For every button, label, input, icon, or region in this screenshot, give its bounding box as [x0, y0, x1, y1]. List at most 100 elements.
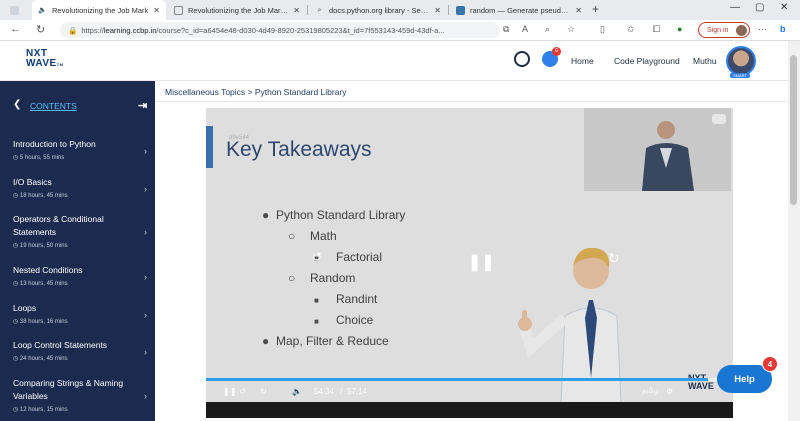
- bullet-text: Randint: [336, 292, 378, 306]
- clock-icon: ◷: [13, 281, 20, 287]
- smart-badge: SMART: [730, 73, 750, 78]
- sidebar-item-title: Nested Conditions: [13, 265, 83, 275]
- chevron-right-icon: ›: [144, 391, 147, 401]
- favorite-icon[interactable]: ☆: [567, 24, 575, 35]
- bullet-marker: ■: [314, 296, 319, 305]
- pause-overlay-icon[interactable]: ❚❚: [468, 252, 495, 272]
- close-icon[interactable]: ✕: [153, 6, 160, 15]
- sidebar-item-duration: 24 hours, 45 mins: [19, 356, 68, 362]
- collections-icon[interactable]: ⧠: [653, 24, 660, 35]
- scrollbar-thumb[interactable]: [790, 55, 797, 205]
- clock-icon: ◷: [13, 193, 20, 199]
- divider: [155, 101, 788, 102]
- breadcrumb[interactable]: Miscellaneous Topics > Python Standard L…: [165, 87, 347, 97]
- slide-bullet: ■ Randint: [314, 292, 377, 306]
- tab-actions-button[interactable]: [4, 0, 30, 20]
- sidebar-item[interactable]: I/O Basics ◷ 18 hours, 45 mins ›: [13, 176, 147, 199]
- url-rest: /course?c_id=a6454e48-d030-4d49-8920-253…: [156, 25, 445, 35]
- chevron-left-icon[interactable]: ❮: [13, 99, 21, 110]
- sidebar-item-title: I/O Basics: [13, 177, 52, 187]
- close-icon[interactable]: ✕: [293, 6, 300, 15]
- volume-icon[interactable]: 🔈: [292, 387, 302, 396]
- extension-icon[interactable]: ●: [677, 24, 682, 34]
- sidebar-item-duration: 5 hours, 55 mins: [19, 155, 65, 161]
- sidebar-item-title: Loop Control Statements: [13, 340, 108, 350]
- language-select[interactable]: தமிழ்: [642, 387, 659, 396]
- split-screen-icon[interactable]: ▯: [600, 24, 605, 35]
- slide-bullet: ○ Random: [288, 271, 355, 285]
- logo-line2: WAVE: [26, 58, 57, 69]
- speaker-icon: 🔈: [38, 6, 47, 14]
- maximize-icon[interactable]: ▢: [755, 2, 764, 13]
- rewind-overlay-icon[interactable]: ↺: [312, 250, 322, 264]
- url-input[interactable]: 🔒 https:// learning.ccbp.in /course?c_id…: [60, 22, 500, 38]
- tab-3[interactable]: ⌕ docs.python.org library - Search ✕: [309, 0, 447, 20]
- user-name[interactable]: Muthu: [693, 56, 717, 66]
- tab-4[interactable]: random — Generate pseudo-ran ✕: [450, 0, 588, 20]
- nxtwave-logo[interactable]: NXT WAVETM: [26, 49, 64, 70]
- more-icon[interactable]: ⋯: [758, 24, 767, 35]
- notification-badge: 6: [552, 47, 561, 56]
- forward-overlay-icon[interactable]: ↻: [608, 250, 620, 267]
- nav-home[interactable]: Home: [571, 56, 594, 66]
- tab-2[interactable]: Revolutionizing the Job Market | ✕: [168, 0, 306, 20]
- close-window-icon[interactable]: ✕: [780, 2, 788, 13]
- tab-label: docs.python.org library - Search: [329, 5, 431, 15]
- bullet-text: Factorial: [336, 250, 383, 264]
- zoom-icon[interactable]: ⌕: [545, 24, 550, 35]
- video-player[interactable]: a9e544 Key Takeaways ● Python Standard Li…: [206, 108, 733, 418]
- timer-icon[interactable]: [514, 51, 530, 67]
- time-total: 57:14: [347, 387, 368, 396]
- seek-progress: [206, 378, 709, 381]
- pause-icon[interactable]: ❚❚: [223, 387, 236, 396]
- time-separator: /: [340, 387, 343, 396]
- new-tab-icon[interactable]: +: [592, 2, 599, 16]
- refresh-icon[interactable]: ↻: [36, 23, 45, 36]
- tab-active[interactable]: 🔈 Revolutionizing the Job Mark ✕: [32, 0, 166, 20]
- logo-tm: TM: [56, 62, 64, 67]
- sign-in-button[interactable]: Sign in: [698, 22, 750, 38]
- clock-icon: ◷: [13, 243, 20, 249]
- sidebar-item[interactable]: Loop Control Statements ◷ 24 hours, 45 m…: [13, 339, 147, 362]
- collapse-sidebar-icon[interactable]: ⇥: [138, 99, 147, 112]
- open-external-icon[interactable]: ⧉: [503, 24, 509, 35]
- bullet-marker: ■: [314, 317, 319, 326]
- nav-code-playground[interactable]: Code Playground: [614, 56, 680, 66]
- site-header: NXT WAVETM 6 Home Code Playground Muthu …: [0, 41, 788, 81]
- rewind-10-icon[interactable]: ↺: [239, 387, 246, 396]
- video-bottom-strip: [206, 402, 733, 418]
- close-icon[interactable]: ✕: [434, 6, 441, 15]
- sidebar-item-duration: 38 hours, 16 mins: [19, 319, 68, 325]
- sidebar-item[interactable]: Loops ◷ 38 hours, 16 mins ›: [13, 302, 147, 325]
- sidebar-item[interactable]: Introduction to Python ◷ 5 hours, 55 min…: [13, 138, 147, 161]
- sidebar-item-duration: 12 hours, 15 mins: [19, 407, 68, 413]
- slide-title: Key Takeaways: [226, 138, 372, 161]
- sidebar-item-title: Operators & Conditional Statements: [13, 214, 104, 237]
- bullet-marker: ○: [288, 271, 296, 285]
- chevron-right-icon: ›: [144, 272, 147, 282]
- forward-10-icon[interactable]: ↻: [260, 387, 267, 396]
- read-aloud-icon[interactable]: A: [522, 24, 528, 34]
- close-icon[interactable]: ✕: [575, 6, 582, 15]
- chevron-right-icon: ›: [144, 310, 147, 320]
- sidebar-item-duration: 18 hours, 45 mins: [19, 193, 68, 199]
- settings-icon[interactable]: ⚙: [666, 387, 673, 396]
- instructor-figure: [584, 108, 731, 191]
- tab-label: random — Generate pseudo-ran: [470, 5, 572, 15]
- minimize-icon[interactable]: —: [730, 2, 740, 13]
- page-icon: [174, 5, 183, 15]
- copilot-icon[interactable]: b: [780, 24, 786, 34]
- chevron-right-icon: ›: [144, 347, 147, 357]
- tab-separator: [448, 5, 449, 15]
- back-icon[interactable]: ←: [10, 23, 21, 35]
- tab-label: Revolutionizing the Job Mark: [52, 5, 149, 15]
- url-prefix: https://: [81, 25, 104, 35]
- sidebar-item[interactable]: Nested Conditions ◷ 13 hours, 45 mins ›: [13, 264, 147, 287]
- chevron-right-icon: ›: [144, 184, 147, 194]
- user-avatar[interactable]: [726, 46, 756, 76]
- favorites-icon[interactable]: ✩: [627, 24, 635, 35]
- sidebar-item-duration: 13 hours, 45 mins: [19, 281, 68, 287]
- bullet-marker: ●: [262, 334, 270, 348]
- sidebar-item[interactable]: Operators & Conditional Statements ◷ 19 …: [13, 213, 147, 249]
- sidebar-item[interactable]: Comparing Strings & Naming Variables ◷ 1…: [13, 377, 147, 413]
